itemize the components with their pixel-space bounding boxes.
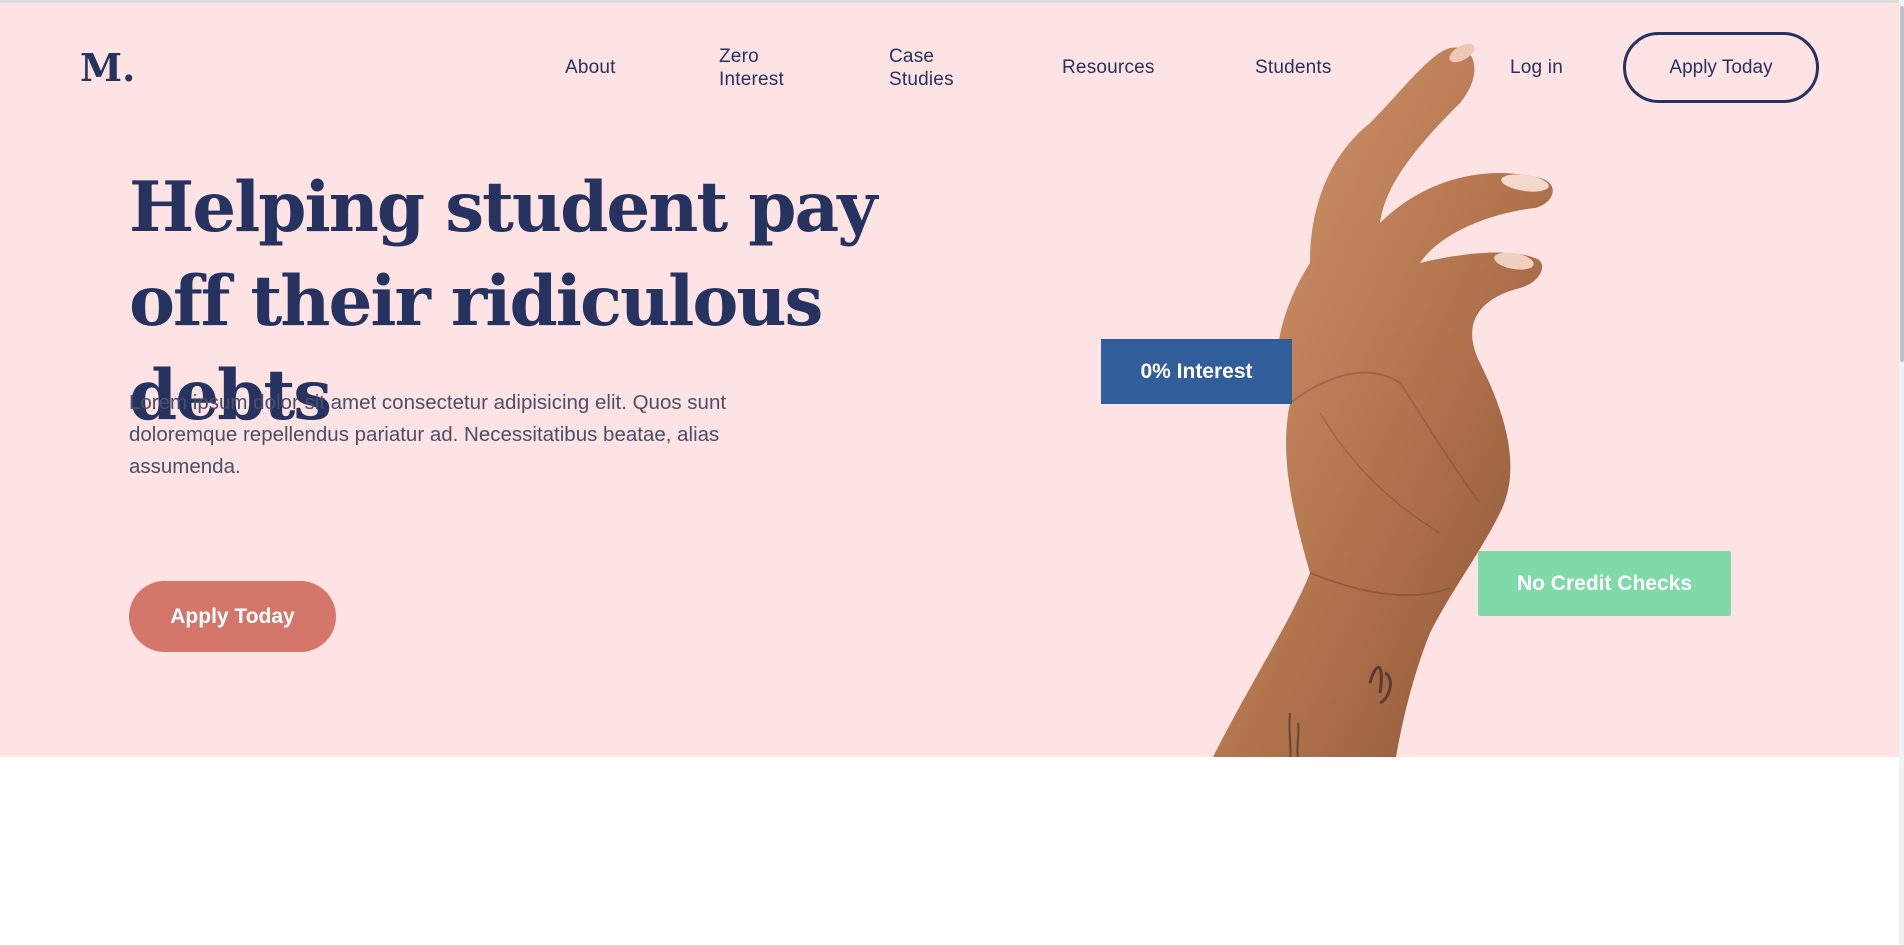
page-scrollbar-thumb[interactable] [1900, 6, 1904, 362]
interest-badge-label: 0% Interest [1140, 359, 1253, 383]
hero-paragraph: Lorem ipsum dolor sit amet consectetur a… [129, 391, 727, 478]
nav-resources[interactable]: Resources [1062, 56, 1155, 79]
nav-zero-interest[interactable]: Zero Interest [719, 45, 784, 91]
nav-about-label: About [565, 57, 616, 78]
site-logo[interactable]: M. [80, 45, 135, 90]
nav-case-studies[interactable]: Case Studies [889, 45, 954, 91]
nav-zero-interest-line2: Interest [719, 69, 784, 90]
nav-about[interactable]: About [565, 56, 616, 79]
credit-badge-label: No Credit Checks [1516, 571, 1693, 595]
credit-badge: No Credit Checks [1478, 551, 1731, 616]
nav-zero-interest-line1: Zero [719, 46, 759, 67]
header-apply-label: Apply Today [1669, 56, 1773, 78]
hero-headline-line1: Helping student pay [129, 167, 877, 248]
nav-case-studies-line2: Studies [889, 69, 954, 90]
hero-section: M. About Zero Interest Case Studies Reso… [0, 3, 1899, 757]
hero-apply-button[interactable]: Apply Today [129, 581, 336, 652]
nav-login[interactable]: Log in [1510, 56, 1563, 79]
nav-case-studies-line1: Case [889, 46, 935, 67]
interest-badge: 0% Interest [1101, 339, 1292, 404]
nav-login-label: Log in [1510, 57, 1563, 78]
hero-apply-label: Apply Today [170, 604, 295, 628]
nav-resources-label: Resources [1062, 57, 1155, 78]
header-apply-button[interactable]: Apply Today [1623, 32, 1819, 103]
